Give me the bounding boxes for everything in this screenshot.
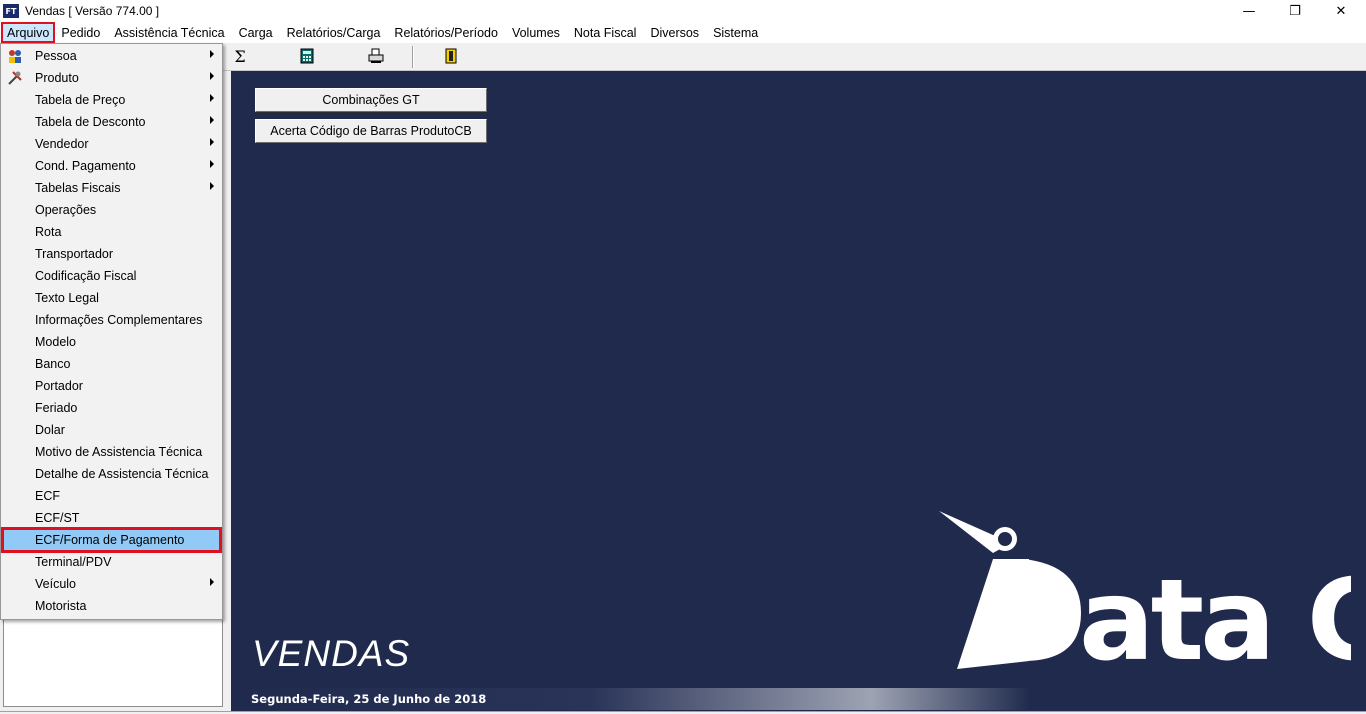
submenu-arrow-icon <box>210 160 214 168</box>
menu-item-rota[interactable]: Rota <box>3 221 220 243</box>
restore-button[interactable]: ❐ <box>1272 0 1318 22</box>
menu-item-label: Tabelas Fiscais <box>35 181 121 195</box>
menu-nota-fiscal[interactable]: Nota Fiscal <box>567 23 644 42</box>
menu-item-pessoa[interactable]: Pessoa <box>3 45 220 67</box>
menu-item-label: ECF/ST <box>35 511 80 525</box>
menu-item-modelo[interactable]: Modelo <box>3 331 220 353</box>
menu-item-feriado[interactable]: Feriado <box>3 397 220 419</box>
menu-volumes[interactable]: Volumes <box>505 23 567 42</box>
menu-item-label: Operações <box>35 203 97 217</box>
menu-item-label: Modelo <box>35 335 76 349</box>
menu-item-informacoes-complementares[interactable]: Informações Complementares <box>3 309 220 331</box>
menu-item-label: Tabela de Preço <box>35 93 126 107</box>
menu-item-label: Rota <box>35 225 62 239</box>
menu-item-label: Dolar <box>35 423 65 437</box>
menu-item-vendedor[interactable]: Vendedor <box>3 133 220 155</box>
menu-item-ecf-forma-de-pagamento[interactable]: ECF/Forma de Pagamento <box>1 527 222 553</box>
menu-item-tabelas-fiscais[interactable]: Tabelas Fiscais <box>3 177 220 199</box>
menu-item-texto-legal[interactable]: Texto Legal <box>3 287 220 309</box>
menu-arquivo[interactable]: Arquivo <box>0 22 56 43</box>
menu-item-tabela-de-desconto[interactable]: Tabela de Desconto <box>3 111 220 133</box>
menu-item-ecf[interactable]: ECF <box>3 485 220 507</box>
menu-item-label: Feriado <box>35 401 78 415</box>
close-button[interactable]: ✕ <box>1318 0 1364 22</box>
menu-item-veiculo[interactable]: Veículo <box>3 573 220 595</box>
menu-item-label: Texto Legal <box>35 291 99 305</box>
menu-item-label: Motivo de Assistencia Técnica <box>35 445 203 459</box>
menu-item-tabela-de-preco[interactable]: Tabela de Preço <box>3 89 220 111</box>
logo-d-stem <box>957 559 1029 669</box>
menu-item-label: Codificação Fiscal <box>35 269 137 283</box>
menu-item-label: Detalhe de Assistencia Técnica <box>35 467 209 481</box>
menu-relatorios-periodo[interactable]: Relatórios/Período <box>387 23 505 42</box>
menu-item-label: Transportador <box>35 247 114 261</box>
menu-item-banco[interactable]: Banco <box>3 353 220 375</box>
menu-sistema[interactable]: Sistema <box>706 23 765 42</box>
submenu-arrow-icon <box>210 116 214 124</box>
menu-item-detalhe-de-assistencia-tecnica[interactable]: Detalhe de Assistencia Técnica <box>3 463 220 485</box>
acerta-codigo-barras-button[interactable]: Acerta Código de Barras ProdutoCB <box>255 119 487 143</box>
submenu-arrow-icon <box>210 50 214 58</box>
menu-item-label: Portador <box>35 379 83 393</box>
printer-icon[interactable] <box>368 48 384 64</box>
menu-pedido[interactable]: Pedido <box>54 23 107 42</box>
menu-diversos[interactable]: Diversos <box>643 23 706 42</box>
title-bar: FT Vendas [ Versão 774.00 ] — ❐ ✕ <box>0 0 1366 22</box>
menu-item-label: Tabela de Desconto <box>35 115 146 129</box>
menu-item-label: ECF/Forma de Pagamento <box>35 533 185 547</box>
menu-item-motivo-de-assistencia-tecnica[interactable]: Motivo de Assistencia Técnica <box>3 441 220 463</box>
menu-item-operacoes[interactable]: Operações <box>3 199 220 221</box>
minimize-button[interactable]: — <box>1226 0 1272 22</box>
combinacoes-gt-button[interactable]: Combinações GT <box>255 88 487 112</box>
submenu-arrow-icon <box>210 182 214 190</box>
menu-item-portador[interactable]: Portador <box>3 375 220 397</box>
tools-icon <box>7 70 23 86</box>
app-name-label: VENDAS <box>252 633 411 674</box>
menu-carga[interactable]: Carga <box>232 23 280 42</box>
menu-item-ecf-st[interactable]: ECF/ST <box>3 507 220 529</box>
window-title: Vendas [ Versão 774.00 ] <box>25 4 160 18</box>
menu-item-produto[interactable]: Produto <box>3 67 220 89</box>
menu-item-label: Informações Complementares <box>35 313 203 327</box>
menu-item-cond-pagamento[interactable]: Cond. Pagamento <box>3 155 220 177</box>
arquivo-menu-dropdown: Pessoa Produto Tabela de Preço Tabela de De… <box>0 43 223 620</box>
menu-item-codificacao-fiscal[interactable]: Codificação Fiscal <box>3 265 220 287</box>
menu-item-label: Terminal/PDV <box>35 555 112 569</box>
sigma-icon[interactable]: Σ <box>232 47 248 66</box>
menu-item-dolar[interactable]: Dolar <box>3 419 220 441</box>
menu-item-label: Pessoa <box>35 49 77 63</box>
menu-item-label: Produto <box>35 71 79 85</box>
menu-item-label: Veículo <box>35 577 77 591</box>
menu-item-label: Motorista <box>35 599 87 613</box>
app-icon: FT <box>3 4 19 18</box>
menu-bar: Arquivo Pedido Assistência Técnica Carga Rel… <box>0 22 1366 43</box>
data-c-logo: ata C <box>939 511 1351 681</box>
current-date: Segunda-Feira, 25 de Junho de 2018 <box>251 692 487 706</box>
calculator-icon[interactable] <box>299 48 315 64</box>
menu-item-transportador[interactable]: Transportador <box>3 243 220 265</box>
menu-item-label: Cond. Pagamento <box>35 159 136 173</box>
submenu-arrow-icon <box>210 578 214 586</box>
menu-assistencia-tecnica[interactable]: Assistência Técnica <box>107 23 231 42</box>
toolbar-separator <box>412 46 414 68</box>
exit-door-icon[interactable] <box>443 48 459 64</box>
menu-relatorios-carga[interactable]: Relatórios/Carga <box>280 23 388 42</box>
logo-wordmark: ata C <box>1079 556 1351 681</box>
menu-item-label: Banco <box>35 357 71 371</box>
menu-item-label: ECF <box>35 489 60 503</box>
menu-item-motorista[interactable]: Motorista <box>3 595 220 617</box>
submenu-arrow-icon <box>210 138 214 146</box>
submenu-arrow-icon <box>210 72 214 80</box>
main-workspace: Combinações GT Acerta Código de Barras P… <box>231 71 1366 711</box>
left-list-panel <box>3 619 223 707</box>
people-icon <box>7 48 23 64</box>
submenu-arrow-icon <box>210 94 214 102</box>
menu-item-label: Vendedor <box>35 137 89 151</box>
menu-item-terminal-pdv[interactable]: Terminal/PDV <box>3 551 220 573</box>
logo-d-bowl <box>1023 559 1081 661</box>
